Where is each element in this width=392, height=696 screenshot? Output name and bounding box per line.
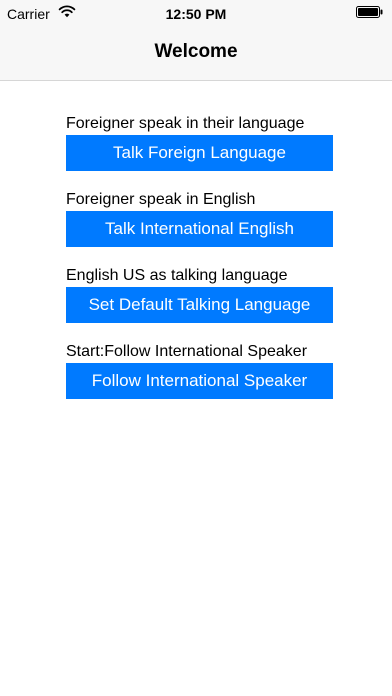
follow-speaker-label: Start:Follow International Speaker [66, 343, 308, 360]
set-default-language-button[interactable]: Set Default Talking Language [66, 287, 333, 323]
foreign-language-label: Foreigner speak in their language [66, 115, 305, 132]
talk-foreign-language-button[interactable]: Talk Foreign Language [66, 135, 333, 171]
status-time: 12:50 PM [165, 6, 227, 22]
page-title: Welcome [154, 41, 238, 62]
default-language-group: English US as talking language Set Defau… [66, 266, 336, 323]
navigation-bar: Carrier 12:50 PM Welcome [0, 0, 392, 81]
follow-speaker-group: Start:Follow International Speaker Follo… [66, 342, 336, 399]
app-screen: Carrier 12:50 PM Welcome Foreigner speak… [0, 0, 392, 696]
foreign-language-group: Foreigner speak in their language Talk F… [66, 114, 336, 171]
follow-international-speaker-button[interactable]: Follow International Speaker [66, 363, 333, 399]
talk-international-english-button[interactable]: Talk International English [66, 211, 333, 247]
welcome-menu: Foreigner speak in their language Talk F… [66, 114, 336, 418]
default-language-label: English US as talking language [66, 267, 288, 284]
battery-icon [356, 6, 383, 18]
status-bar: Carrier 12:50 PM [0, 0, 392, 30]
international-english-label: Foreigner speak in English [66, 191, 256, 208]
international-english-group: Foreigner speak in English Talk Internat… [66, 190, 336, 247]
